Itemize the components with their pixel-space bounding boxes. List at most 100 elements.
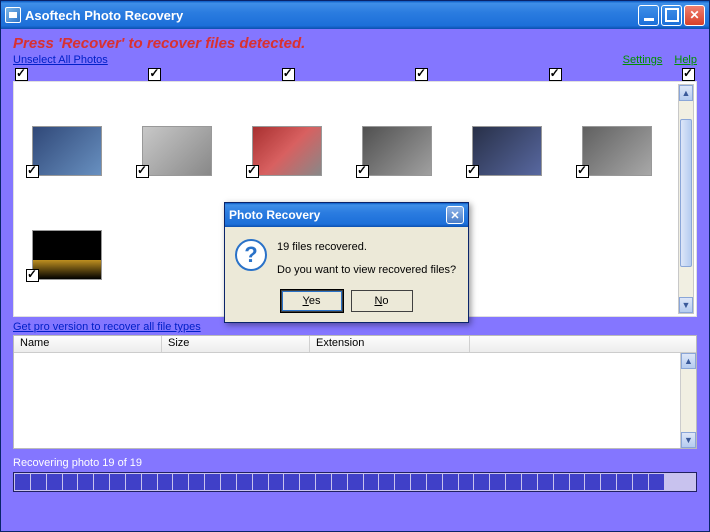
table-scrollbar[interactable]: ▲ ▼ (680, 353, 696, 448)
dialog-title: Photo Recovery (229, 208, 446, 222)
progress-segment (253, 474, 268, 490)
scroll-track[interactable] (679, 101, 693, 297)
no-button[interactable]: No (351, 290, 413, 312)
thumbnail-cell[interactable] (582, 126, 652, 176)
recovery-dialog: Photo Recovery ✕ ? 19 files recovered. D… (224, 202, 469, 323)
progress-segment (379, 474, 394, 490)
dialog-line2: Do you want to view recovered files? (277, 262, 456, 279)
window-title: Asoftech Photo Recovery (25, 8, 638, 23)
app-icon (5, 7, 21, 23)
thumbnail-image (32, 126, 102, 176)
column-header-size[interactable]: Size (162, 336, 310, 352)
thumbnail-checkbox[interactable] (26, 165, 39, 178)
thumbnail-cell[interactable] (472, 126, 542, 176)
progress-segment (474, 474, 489, 490)
thumbnail-image (32, 230, 102, 280)
progress-segment (173, 474, 188, 490)
thumbnail-image (252, 126, 322, 176)
thumbnail-image (472, 126, 542, 176)
progress-segment (490, 474, 505, 490)
progress-segment (221, 474, 236, 490)
thumbnail-checkbox[interactable] (246, 165, 259, 178)
thumbnail-cell[interactable] (32, 230, 102, 280)
dialog-close-button[interactable]: ✕ (446, 206, 464, 224)
progress-segment (205, 474, 220, 490)
progress-segment (459, 474, 474, 490)
progress-segment (126, 474, 141, 490)
progress-segment (269, 474, 284, 490)
scroll-up-icon[interactable]: ▲ (681, 353, 696, 369)
thumbnail-checkbox[interactable] (136, 165, 149, 178)
minimize-button[interactable] (638, 5, 659, 26)
thumbnail-cell[interactable] (252, 126, 322, 176)
thumbnail-cell[interactable] (32, 126, 102, 176)
close-button[interactable] (684, 5, 705, 26)
column-checkbox[interactable] (282, 68, 295, 81)
progress-segment (617, 474, 632, 490)
press-recover-label: Press 'Recover' to recover files detecte… (13, 35, 697, 52)
table-header: Name Size Extension (14, 336, 696, 353)
thumbnail-checkbox[interactable] (356, 165, 369, 178)
thumbnail-checkbox[interactable] (26, 269, 39, 282)
settings-link[interactable]: Settings (623, 54, 663, 66)
thumbnail-cell[interactable] (142, 126, 212, 176)
scroll-thumb[interactable] (680, 119, 692, 267)
progress-bar (13, 472, 697, 492)
progress-segment (570, 474, 585, 490)
progress-segment (585, 474, 600, 490)
progress-segment (395, 474, 410, 490)
top-checkbox-row (13, 68, 697, 81)
progress-segment (680, 474, 695, 490)
progress-segment (411, 474, 426, 490)
progress-segment (47, 474, 62, 490)
progress-segment (300, 474, 315, 490)
progress-segment (94, 474, 109, 490)
scroll-down-icon[interactable]: ▼ (679, 297, 693, 313)
thumbnail-image (142, 126, 212, 176)
main-window: Asoftech Photo Recovery Press 'Recover' … (0, 0, 710, 532)
progress-segment (538, 474, 553, 490)
progress-segment (142, 474, 157, 490)
thumbnail-image (582, 126, 652, 176)
file-table: Name Size Extension ▲ ▼ (13, 335, 697, 449)
maximize-button[interactable] (661, 5, 682, 26)
column-checkbox[interactable] (549, 68, 562, 81)
thumbnail-checkbox[interactable] (576, 165, 589, 178)
titlebar: Asoftech Photo Recovery (1, 1, 709, 29)
column-checkbox[interactable] (148, 68, 161, 81)
thumbnail-checkbox[interactable] (466, 165, 479, 178)
column-header-extension[interactable]: Extension (310, 336, 470, 352)
progress-segment (522, 474, 537, 490)
progress-segment (348, 474, 363, 490)
progress-segment (649, 474, 664, 490)
progress-segment (31, 474, 46, 490)
scroll-down-icon[interactable]: ▼ (681, 432, 696, 448)
column-header-name[interactable]: Name (14, 336, 162, 352)
progress-segment (633, 474, 648, 490)
column-checkbox[interactable] (682, 68, 695, 81)
progress-segment (364, 474, 379, 490)
thumbnail-cell[interactable] (362, 126, 432, 176)
progress-segment (665, 474, 680, 490)
question-icon: ? (235, 239, 267, 271)
progress-segment (506, 474, 521, 490)
progress-segment (332, 474, 347, 490)
dialog-titlebar: Photo Recovery ✕ (225, 203, 468, 227)
pro-version-link[interactable]: Get pro version to recover all file type… (13, 321, 201, 333)
unselect-all-link[interactable]: Unselect All Photos (13, 54, 108, 66)
column-checkbox[interactable] (15, 68, 28, 81)
progress-segment (316, 474, 331, 490)
progress-segment (554, 474, 569, 490)
progress-segment (78, 474, 93, 490)
progress-segment (237, 474, 252, 490)
progress-segment (189, 474, 204, 490)
photo-scrollbar[interactable]: ▲ ▼ (678, 84, 694, 314)
dialog-message: 19 files recovered. Do you want to view … (277, 239, 456, 278)
scroll-up-icon[interactable]: ▲ (679, 85, 693, 101)
progress-segment (443, 474, 458, 490)
progress-segment (158, 474, 173, 490)
column-checkbox[interactable] (415, 68, 428, 81)
progress-segment (110, 474, 125, 490)
yes-button[interactable]: Yes (281, 290, 343, 312)
help-link[interactable]: Help (674, 54, 697, 66)
